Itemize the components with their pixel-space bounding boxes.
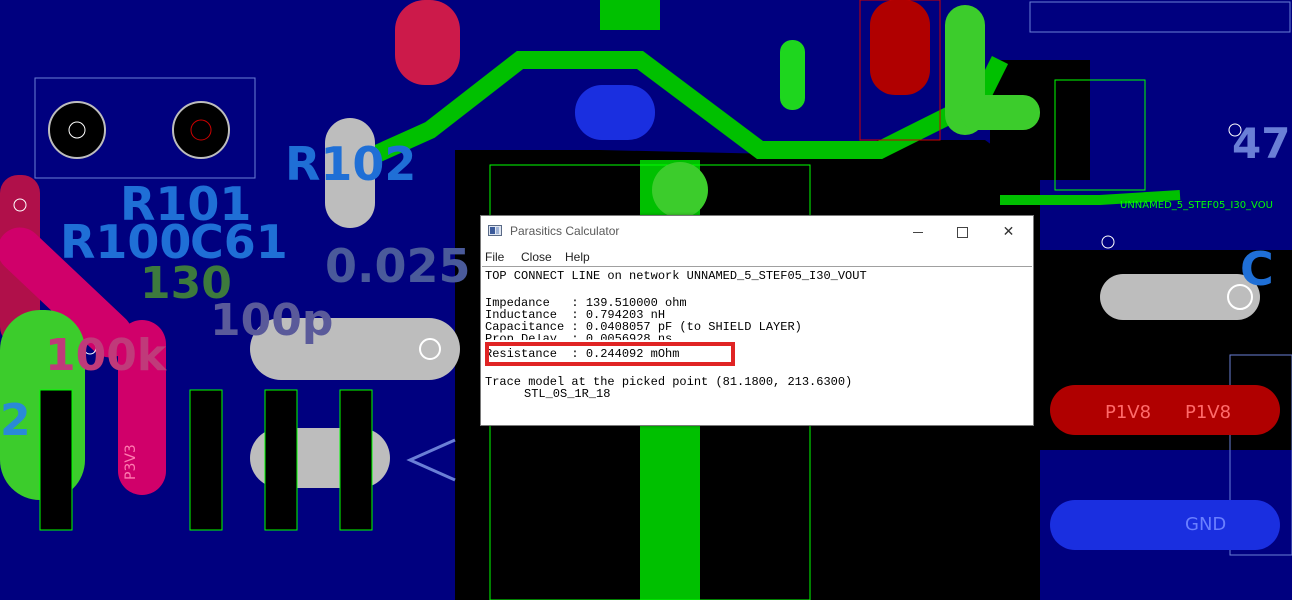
silk-p3v3: P3V3 (123, 444, 139, 480)
silk-100k: 100k (45, 330, 168, 381)
mounting-hole[interactable] (172, 101, 230, 159)
pad-gray[interactable] (1100, 274, 1260, 320)
menu-help[interactable]: Help (565, 250, 590, 264)
silk-2: 2 (0, 395, 31, 446)
pad-red[interactable] (395, 0, 460, 85)
window-titlebar[interactable]: Parasitics Calculator ✕ (481, 216, 1033, 246)
pad-gnd[interactable] (1050, 500, 1280, 550)
parasitics-calculator-window[interactable]: Parasitics Calculator ✕ File Close Help … (480, 215, 1034, 426)
menu-bar: File Close Help (481, 246, 1033, 266)
menu-file[interactable]: File (485, 250, 504, 264)
maximize-button[interactable] (940, 216, 985, 246)
inductance-line: Inductance : 0.794203 nH (485, 308, 666, 322)
results-panel: TOP CONNECT LINE on network UNNAMED_5_ST… (482, 266, 1032, 424)
silk-gnd: GND (1185, 514, 1226, 535)
pad-blue[interactable] (575, 85, 655, 140)
pad-green[interactable] (780, 40, 805, 110)
silk-net-label: UNNAMED_5_STEF05_I30_VOU (1120, 200, 1273, 211)
close-icon: ✕ (1002, 223, 1015, 239)
resistance-highlight (485, 342, 735, 366)
silk-0025: 0.025 (325, 239, 471, 293)
silk-47: 47 (1232, 119, 1290, 168)
trace-top-stub[interactable] (600, 0, 660, 30)
capacitance-line: Capacitance : 0.0408057 pF (to SHIELD LA… (485, 320, 802, 334)
silk-p1v8-a: P1V8 (1105, 402, 1151, 423)
mounting-hole[interactable] (48, 101, 106, 159)
app-window-icon (488, 225, 502, 236)
network-header: TOP CONNECT LINE on network UNNAMED_5_ST… (485, 269, 867, 283)
pad-green[interactable] (960, 95, 1040, 130)
minimize-button[interactable] (895, 216, 940, 246)
prop-delay-line: Prop Delay : 0.0056928 ns (485, 334, 672, 340)
silk-p1v8-b: P1V8 (1185, 402, 1231, 423)
close-button[interactable]: ✕ (986, 216, 1031, 246)
maximize-icon (957, 226, 968, 238)
window-title: Parasitics Calculator (510, 224, 620, 238)
trace-model-line: Trace model at the picked point (81.1800… (485, 375, 853, 389)
component-outline-top (1029, 1, 1291, 33)
silk-100p: 100p (210, 295, 333, 346)
menu-close[interactable]: Close (521, 250, 552, 264)
pad-p1v8[interactable] (1050, 385, 1280, 435)
silk-r102: R102 (285, 137, 416, 191)
minimize-icon (912, 231, 923, 233)
impedance-line: Impedance : 139.510000 ohm (485, 296, 687, 310)
silk-c: C (1240, 242, 1274, 296)
pad-green[interactable] (652, 162, 708, 218)
pad-red[interactable] (870, 0, 930, 95)
trace-model-name: STL_0S_1R_18 (524, 387, 611, 401)
